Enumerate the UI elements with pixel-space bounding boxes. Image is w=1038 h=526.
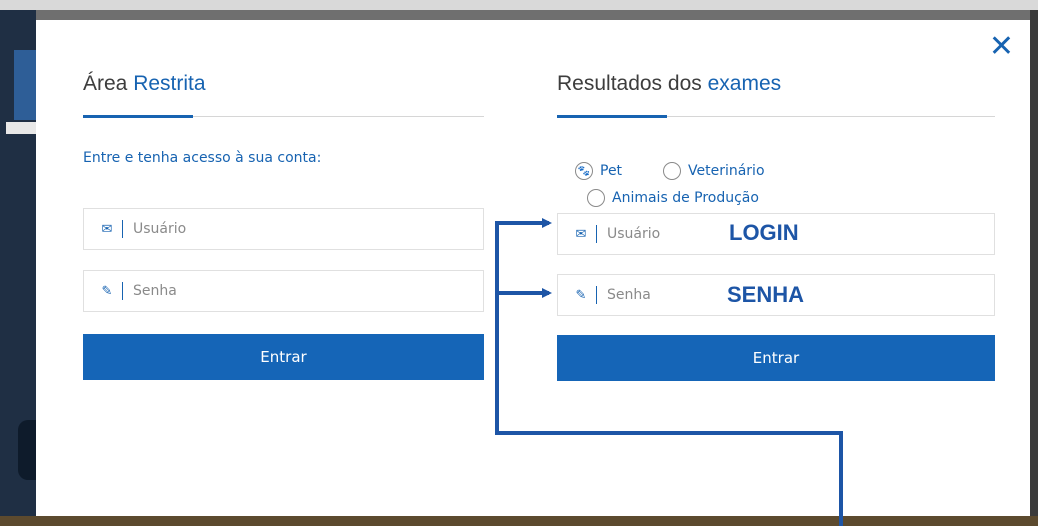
- title-divider-accent: [83, 115, 193, 118]
- restricted-area-title: Área Restrita: [83, 72, 206, 96]
- radio-pet[interactable]: 🐾 Pet: [575, 162, 622, 180]
- background-logo-fragment: [14, 50, 36, 120]
- title-divider-accent: [557, 115, 667, 118]
- pencil-icon: ✎: [575, 287, 587, 303]
- pencil-icon: ✎: [101, 283, 113, 299]
- radio-animais-producao[interactable]: Animais de Produção: [587, 189, 759, 207]
- background-page-bottom: [0, 516, 1038, 526]
- senha-annotation: SENHA: [727, 282, 805, 307]
- radio-label: Animais de Produção: [612, 190, 759, 206]
- title-accent-text: Restrita: [133, 72, 206, 95]
- radio-label: Veterinário: [688, 163, 765, 179]
- paw-icon: 🐾: [575, 162, 593, 180]
- exam-type-radio-group: 🐾 Pet Veterinário Animais de Produção: [557, 162, 857, 212]
- login-intro-text: Entre e tenha acesso à sua conta:: [83, 150, 322, 166]
- password-placeholder: Senha: [607, 287, 651, 303]
- radio-label: Pet: [600, 163, 623, 179]
- background-page-header: [0, 0, 1038, 10]
- password-placeholder: Senha: [133, 283, 177, 299]
- field-separator: [596, 225, 597, 243]
- radio-veterinario[interactable]: Veterinário: [663, 162, 765, 180]
- envelope-icon: ✉: [575, 226, 587, 242]
- login-submit-button[interactable]: Entrar: [83, 334, 484, 380]
- field-separator: [596, 286, 597, 304]
- background-shape: [18, 420, 36, 480]
- radio-circle: [663, 162, 681, 180]
- results-submit-button[interactable]: Entrar: [557, 335, 995, 381]
- username-placeholder: Usuário: [133, 221, 187, 237]
- login-password-field[interactable]: ✎ Senha: [83, 270, 484, 312]
- background-page-right: [1030, 10, 1038, 526]
- close-icon[interactable]: ✕: [989, 32, 1014, 62]
- field-separator: [122, 282, 123, 300]
- login-annotation: LOGIN: [729, 220, 799, 245]
- username-placeholder: Usuário: [607, 226, 661, 242]
- title-text: Área: [83, 72, 128, 95]
- radio-circle: [587, 189, 605, 207]
- exam-results-title: Resultados dos exames: [557, 72, 781, 96]
- envelope-icon: ✉: [101, 221, 113, 237]
- login-modal: ✕ Área Restrita Entre e tenha acesso à s…: [36, 20, 1030, 516]
- background-strip: [6, 122, 36, 134]
- background-page-left: [0, 10, 36, 526]
- title-text: Resultados dos: [557, 72, 702, 95]
- field-separator: [122, 220, 123, 238]
- title-accent-text: exames: [707, 72, 782, 95]
- login-username-field[interactable]: ✉ Usuário: [83, 208, 484, 250]
